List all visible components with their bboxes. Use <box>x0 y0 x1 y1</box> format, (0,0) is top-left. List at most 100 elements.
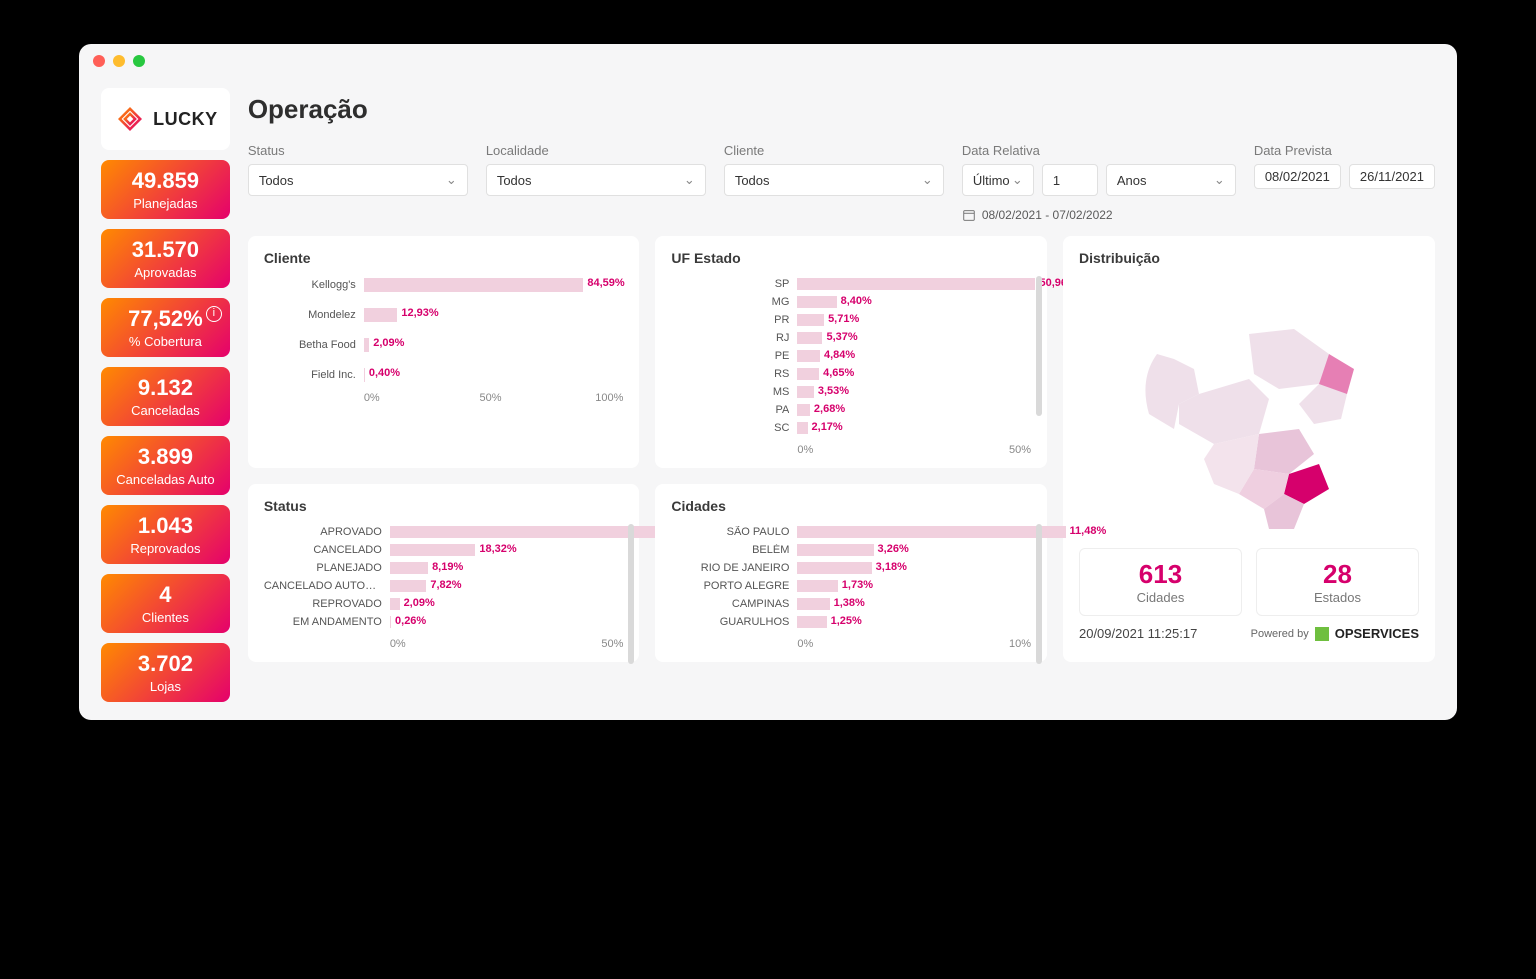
bar-row[interactable]: MG 8,40% <box>671 296 1031 308</box>
axis-tick: 50% <box>1009 444 1031 456</box>
bar-row[interactable]: Field Inc. 0,40% <box>264 368 624 382</box>
date-to[interactable]: 26/11/2021 <box>1349 164 1435 189</box>
bar-label: GUARULHOS <box>671 616 789 628</box>
axis-tick: 50% <box>480 392 596 404</box>
stat-value: 31.570 <box>105 239 226 261</box>
scrollbar[interactable] <box>628 524 634 664</box>
page-title: Operação <box>248 94 1435 125</box>
cidades-value: 613 <box>1084 559 1237 590</box>
axis-tick: 0% <box>390 638 602 650</box>
bar-row[interactable]: SP 50,96% <box>671 278 1031 290</box>
distribuicao-title: Distribuição <box>1079 250 1419 266</box>
stat-label: Canceladas Auto <box>105 472 226 487</box>
timestamp: 20/09/2021 11:25:17 <box>1079 626 1197 641</box>
bar-row[interactable]: MS 3,53% <box>671 386 1031 398</box>
close-icon[interactable] <box>93 55 105 67</box>
filter-label-cliente: Cliente <box>724 143 944 158</box>
bar-label: EM ANDAMENTO <box>264 616 382 628</box>
bar-row[interactable]: PE 4,84% <box>671 350 1031 362</box>
axis-tick: 0% <box>797 638 1009 650</box>
chart-title: Cliente <box>264 250 624 266</box>
scrollbar[interactable] <box>1036 524 1042 664</box>
maximize-icon[interactable] <box>133 55 145 67</box>
bar-label: PORTO ALEGRE <box>671 580 789 592</box>
stat-card-3[interactable]: 9.132Canceladas <box>101 367 230 426</box>
stat-card-1[interactable]: 31.570 Aprovadas <box>101 229 230 288</box>
bar-row[interactable]: PR 5,71% <box>671 314 1031 326</box>
bar-row[interactable]: RIO DE JANEIRO 3,18% <box>671 562 1031 574</box>
stat-card-0[interactable]: 49.859Planejadas <box>101 160 230 219</box>
bar-row[interactable]: Mondelez 12,93% <box>264 308 624 322</box>
chart-cidades: Cidades SÃO PAULO 11,48% BELÉM 3,26% RIO… <box>655 484 1047 662</box>
bar-row[interactable]: GUARULHOS 1,25% <box>671 616 1031 628</box>
axis-tick: 50% <box>601 638 623 650</box>
logo: LUCKY <box>101 88 230 150</box>
bar-label: RS <box>671 368 789 380</box>
bar-label: PLANEJADO <box>264 562 382 574</box>
chart-uf-estado: UF Estado SP 50,96% MG 8,40% PR 5,71% RJ… <box>655 236 1047 468</box>
bar-row[interactable]: CANCELADO AUTOM... 7,82% <box>264 580 624 592</box>
stat-label: Aprovadas <box>105 265 226 280</box>
bar-row[interactable]: BELÉM 3,26% <box>671 544 1031 556</box>
card-distribuicao: Distribuição <box>1063 236 1435 662</box>
stat-value: 3.899 <box>105 446 226 468</box>
bar-label: PA <box>671 404 789 416</box>
axis-tick: 0% <box>364 392 480 404</box>
info-icon[interactable]: i <box>206 306 222 322</box>
stat-label: Clientes <box>105 610 226 625</box>
stat-card-7[interactable]: 3.702Lojas <box>101 643 230 702</box>
bar-row[interactable]: REPROVADO 2,09% <box>264 598 624 610</box>
filter-label-data-relativa: Data Relativa <box>962 143 1236 158</box>
bar-label: SC <box>671 422 789 434</box>
stat-card-5[interactable]: 1.043Reprovados <box>101 505 230 564</box>
bar-row[interactable]: PLANEJADO 8,19% <box>264 562 624 574</box>
status-select[interactable]: Todos⌄ <box>248 164 468 196</box>
logo-text: LUCKY <box>153 109 218 130</box>
bar-row[interactable]: RS 4,65% <box>671 368 1031 380</box>
bar-row[interactable]: SC 2,17% <box>671 422 1031 434</box>
bar-row[interactable]: CAMPINAS 1,38% <box>671 598 1031 610</box>
stat-card-2[interactable]: 77,52%% Coberturai <box>101 298 230 357</box>
chart-title: Cidades <box>671 498 1031 514</box>
bar-row[interactable]: CANCELADO 18,32% <box>264 544 624 556</box>
stat-label: Lojas <box>105 679 226 694</box>
sidebar: LUCKY 49.859Planejadas31.570Aprovadas77,… <box>101 88 230 702</box>
bar-label: CAMPINAS <box>671 598 789 610</box>
stat-label: Planejadas <box>105 196 226 211</box>
bar-row[interactable]: PA 2,68% <box>671 404 1031 416</box>
stat-card-6[interactable]: 4Clientes <box>101 574 230 633</box>
chart-title: UF Estado <box>671 250 1031 266</box>
date-from[interactable]: 08/02/2021 <box>1254 164 1341 189</box>
bar-label: PR <box>671 314 789 326</box>
bar-label: Kellogg's <box>264 279 356 291</box>
bar-label: RIO DE JANEIRO <box>671 562 789 574</box>
bar-row[interactable]: RJ 5,37% <box>671 332 1031 344</box>
scrollbar[interactable] <box>1036 276 1042 416</box>
stat-card-4[interactable]: 3.899 Canceladas Auto <box>101 436 230 495</box>
axis-tick: 0% <box>797 444 1009 456</box>
filters-row: Status Todos⌄ Localidade Todos⌄ Cliente … <box>248 143 1435 222</box>
bar-label: Mondelez <box>264 309 356 321</box>
bar-row[interactable]: APROVADO 63,32% <box>264 526 624 538</box>
minimize-icon[interactable] <box>113 55 125 67</box>
unit-select[interactable]: Anos⌄ <box>1106 164 1236 196</box>
cliente-select[interactable]: Todos⌄ <box>724 164 944 196</box>
bar-label: Field Inc. <box>264 369 356 381</box>
amount-input[interactable]: 1 <box>1042 164 1098 196</box>
window-titlebar <box>79 44 1457 78</box>
stat-label: % Cobertura <box>105 334 226 349</box>
bar-label: CANCELADO <box>264 544 382 556</box>
bar-row[interactable]: EM ANDAMENTO 0,26% <box>264 616 624 628</box>
bar-row[interactable]: Kellogg's 84,59% <box>264 278 624 292</box>
bar-label: PE <box>671 350 789 362</box>
bar-row[interactable]: Betha Food 2,09% <box>264 338 624 352</box>
bar-label: REPROVADO <box>264 598 382 610</box>
bar-row[interactable]: SÃO PAULO 11,48% <box>671 526 1031 538</box>
bar-label: Betha Food <box>264 339 356 351</box>
bar-label: MG <box>671 296 789 308</box>
bar-row[interactable]: PORTO ALEGRE 1,73% <box>671 580 1031 592</box>
localidade-select[interactable]: Todos⌄ <box>486 164 706 196</box>
period-select[interactable]: Último⌄ <box>962 164 1034 196</box>
bar-label: MS <box>671 386 789 398</box>
powered-by: Powered by OPSERVICES <box>1251 626 1419 641</box>
